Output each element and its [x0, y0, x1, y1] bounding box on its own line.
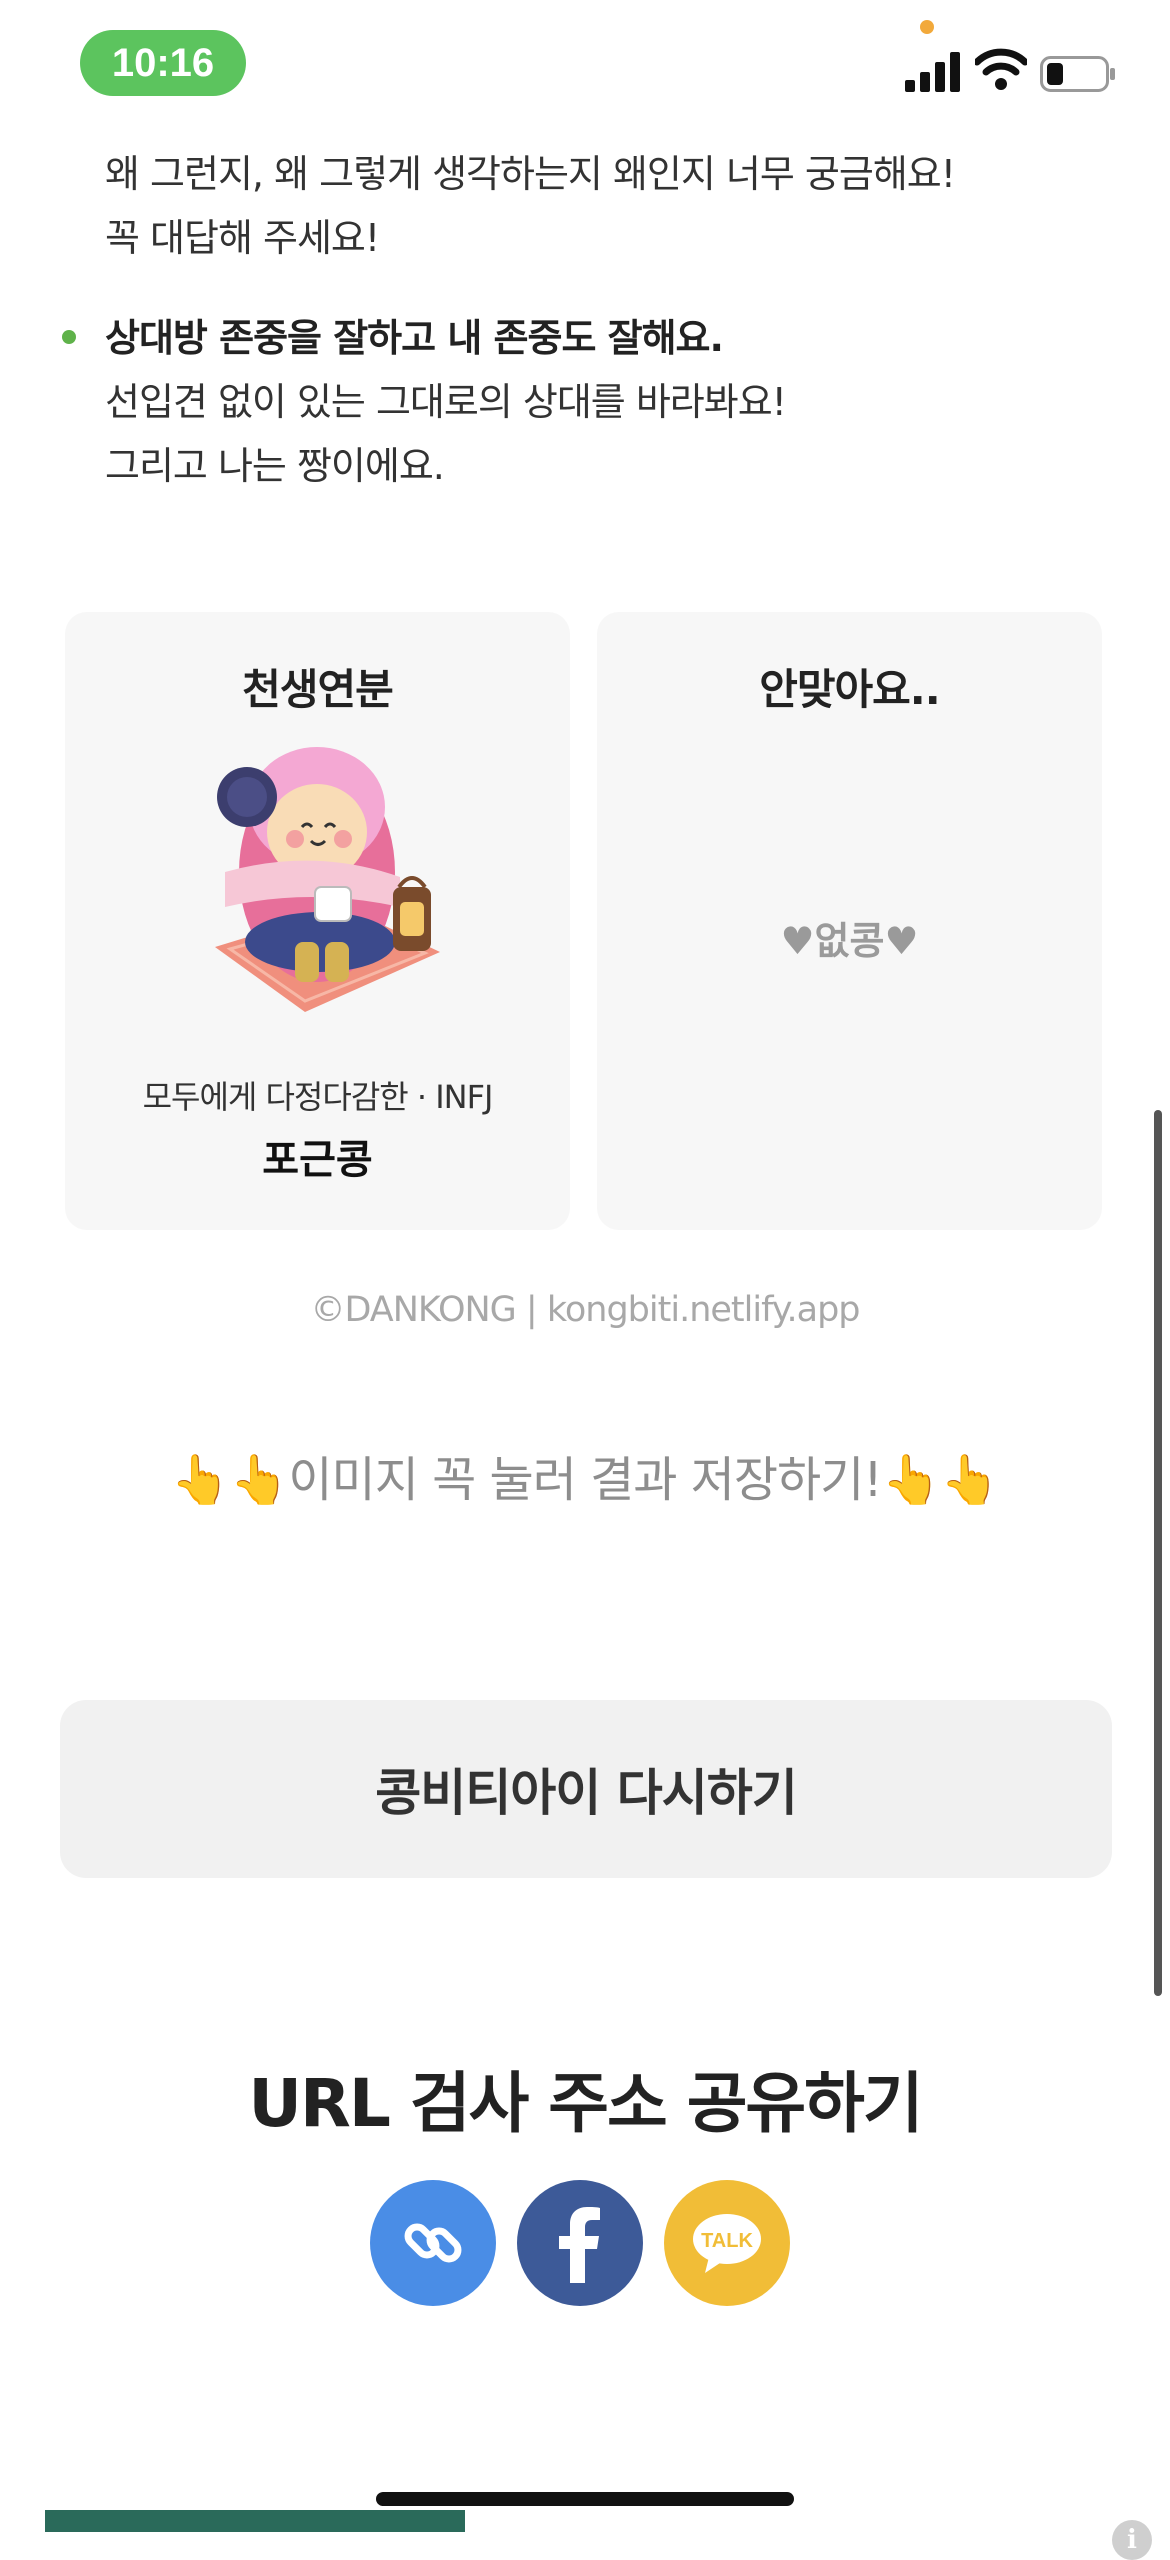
save-hint-text: 이미지 꼭 눌러 결과 저장하기! [288, 1452, 882, 1508]
pointing-hand-icon: 👆👆 [170, 1452, 290, 1508]
bullet-title: 상대방 존중을 잘하고 내 존중도 잘해요. [105, 316, 724, 360]
scrollbar[interactable] [1154, 1110, 1162, 1996]
facebook-icon [559, 2207, 600, 2283]
kakao-talk-label: TALK [701, 2230, 753, 2252]
battery-icon [1040, 56, 1115, 92]
privacy-indicator-dot [920, 20, 934, 34]
cellular-signal-icon [905, 52, 960, 92]
kakao-talk-icon: TALK [693, 2214, 761, 2273]
card-title: 천생연분 [242, 665, 394, 714]
bullet-dot [62, 330, 76, 344]
card-title: 안맞아요.. [759, 665, 940, 714]
worst-match-card[interactable]: 안맞아요.. ♥없콩♥ [597, 612, 1102, 1230]
info-icon[interactable]: i [1112, 2520, 1152, 2560]
text-line: 그리고 나는 짱이에요. [105, 444, 445, 488]
best-match-card[interactable]: 천생연분 모두에게 다정다감한 · INFJ 포근콩 [65, 612, 570, 1230]
no-match-text: ♥없콩♥ [780, 919, 919, 963]
save-hint-row: 👆👆이미지 꼭 눌러 결과 저장하기!👆👆 [0, 1440, 1170, 1510]
status-time: 10:16 [80, 30, 246, 96]
kong-character-image [215, 747, 440, 1012]
text-line: 왜 그런지, 왜 그렇게 생각하는지 왜인지 너무 궁금해요! [105, 152, 956, 196]
retry-test-button[interactable]: 콩비티아이 다시하기 [60, 1700, 1112, 1878]
card-subtitle: 모두에게 다정다감한 · INFJ [142, 1078, 494, 1116]
wifi-icon [975, 48, 1027, 90]
pointing-hand-icon: 👆👆 [881, 1452, 1001, 1508]
share-section-title: URL 검사 주소 공유하기 [248, 2065, 923, 2142]
card-character-name: 포근콩 [262, 1137, 373, 1183]
copyright-credit: ©DANKONG | kongbiti.netlify.app [310, 1290, 860, 1330]
respect-paragraph: 상대방 존중을 잘하고 내 존중도 잘해요. 선입견 없이 있는 그대로의 상대… [105, 306, 1105, 498]
bottom-image-strip [45, 2510, 465, 2532]
kakao-share-button[interactable]: TALK [664, 2180, 790, 2306]
reason-paragraph: 왜 그런지, 왜 그렇게 생각하는지 왜인지 너무 궁금해요! 꼭 대답해 주세… [105, 142, 1105, 270]
link-share-button[interactable] [370, 2180, 496, 2306]
link-icon [404, 2223, 462, 2263]
home-indicator[interactable] [376, 2492, 794, 2506]
text-line: 선입견 없이 있는 그대로의 상대를 바라봐요! [105, 380, 787, 424]
facebook-share-button[interactable] [517, 2180, 643, 2306]
text-line: 꼭 대답해 주세요! [105, 216, 380, 260]
